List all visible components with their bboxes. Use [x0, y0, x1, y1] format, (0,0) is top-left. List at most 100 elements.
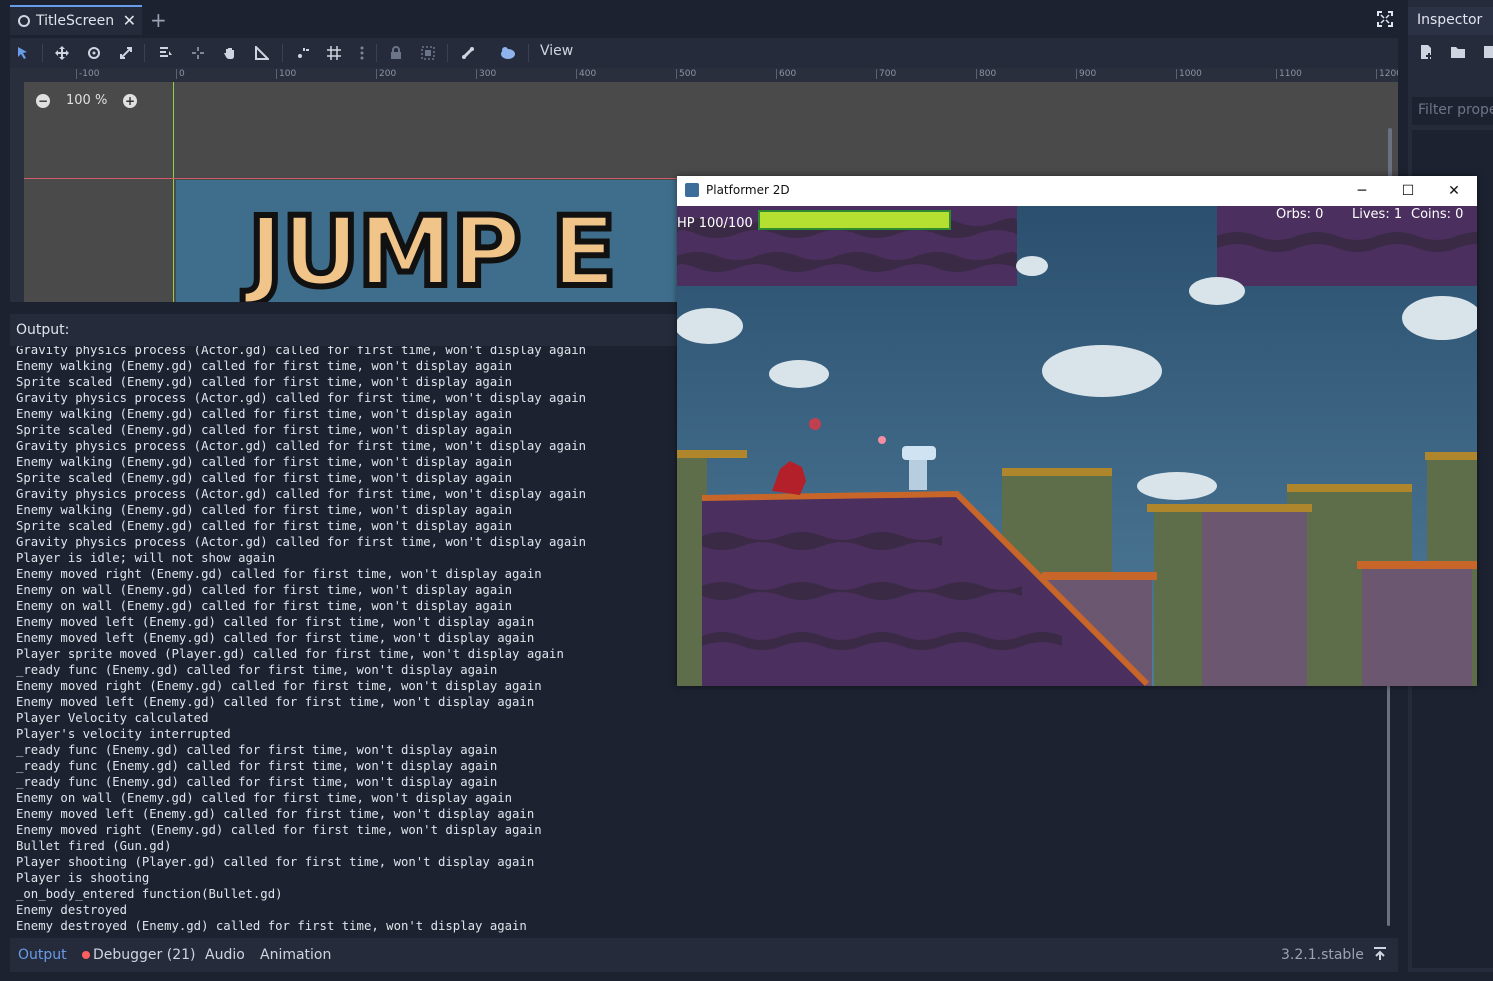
filter-properties-input[interactable]: Filter prope	[1412, 97, 1493, 125]
scene-tab-titlescreen[interactable]: TitleScreen ✕	[10, 5, 142, 35]
orbs-counter: Orbs: 0	[1276, 207, 1324, 222]
log-line: Player is idle; will not show again	[16, 551, 276, 565]
ruler-tick-label: 1100	[1276, 69, 1302, 79]
godot-app-icon	[685, 183, 699, 197]
snap-options-icon[interactable]	[351, 42, 373, 64]
log-line: Sprite scaled (Enemy.gd) called for firs…	[16, 423, 513, 437]
ruler-tool-icon[interactable]	[251, 42, 273, 64]
version-label: 3.2.1.stable	[1281, 947, 1364, 963]
game-window-titlebar[interactable]: Platformer 2D ─ ☐ ✕	[677, 176, 1477, 206]
list-select-icon[interactable]	[155, 42, 177, 64]
game-window[interactable]: Platformer 2D ─ ☐ ✕ HP 100/100 Orbs: 0 L…	[677, 176, 1477, 686]
ruler-tick-label: 1000	[1176, 69, 1202, 79]
lives-counter: Lives: 1	[1352, 207, 1403, 222]
log-line: Gravity physics process (Actor.gd) calle…	[16, 346, 587, 357]
output-title: Output:	[16, 322, 70, 338]
log-line: _ready func (Enemy.gd) called for first …	[16, 743, 498, 757]
select-tool-icon[interactable]	[12, 42, 34, 64]
pivot-tool-icon[interactable]	[187, 42, 209, 64]
close-tab-icon[interactable]: ✕	[123, 11, 136, 30]
toolbar-divider	[376, 44, 377, 62]
tab-debugger-label: Debugger (21)	[93, 947, 196, 963]
zoom-in-button[interactable]: +	[123, 94, 137, 108]
group-icon[interactable]	[417, 42, 439, 64]
log-line: Gravity physics process (Actor.gd) calle…	[16, 487, 587, 501]
log-line: _ready func (Enemy.gd) called for first …	[16, 759, 498, 773]
log-line: Gravity physics process (Actor.gd) calle…	[16, 439, 587, 453]
ruler-tick-label: 600	[776, 69, 796, 79]
log-line: _ready func (Enemy.gd) called for first …	[16, 775, 498, 789]
log-line: Enemy moved left (Enemy.gd) called for f…	[16, 807, 535, 821]
hp-bar-fill	[760, 212, 949, 228]
zoom-level[interactable]: 100 %	[66, 93, 107, 108]
log-line: Enemy walking (Enemy.gd) called for firs…	[16, 503, 513, 517]
log-line: Enemy walking (Enemy.gd) called for firs…	[16, 359, 513, 373]
ruler-tick-label: 700	[876, 69, 896, 79]
log-line: Player is shooting	[16, 871, 150, 885]
log-line: Enemy on wall (Enemy.gd) called for firs…	[16, 791, 513, 805]
ruler-tick-label: 100	[276, 69, 296, 79]
horizontal-ruler: -100 0 100 200 300 400 500 600 700 800 900 1000 1100…	[10, 68, 1398, 82]
add-scene-tab-button[interactable]: +	[150, 8, 167, 32]
game-window-title: Platformer 2D	[706, 183, 790, 197]
canvas-title-text: JUMP E	[245, 196, 620, 302]
bottom-panel-tabs: Output Debugger (21) Audio Animation 3.2…	[10, 938, 1398, 972]
scene-tab-label: TitleScreen	[36, 13, 115, 29]
log-line: Enemy moved right (Enemy.gd) called for …	[16, 679, 542, 693]
log-line: Enemy walking (Enemy.gd) called for firs…	[16, 407, 513, 421]
log-line: Enemy on wall (Enemy.gd) called for firs…	[16, 583, 513, 597]
open-folder-icon[interactable]	[1450, 44, 1466, 60]
minimize-button[interactable]: ─	[1350, 180, 1374, 202]
close-window-button[interactable]: ✕	[1442, 180, 1466, 202]
toolbar-divider	[282, 44, 283, 62]
log-line: Enemy moved left (Enemy.gd) called for f…	[16, 631, 535, 645]
new-resource-icon[interactable]	[1418, 44, 1434, 60]
log-line: Enemy moved right (Enemy.gd) called for …	[16, 823, 542, 837]
log-line: _on_body_entered function(Bullet.gd)	[16, 887, 283, 901]
override-camera-icon[interactable]	[497, 42, 519, 64]
scene-tab-bar: TitleScreen ✕ +	[0, 0, 1400, 38]
y-axis-guide	[173, 82, 174, 302]
game-canvas[interactable]: HP 100/100 Orbs: 0 Lives: 1 Coins: 0	[677, 206, 1477, 686]
view-menu[interactable]: View	[540, 43, 573, 59]
tab-output[interactable]: Output	[18, 947, 67, 963]
log-line: Gravity physics process (Actor.gd) calle…	[16, 535, 587, 549]
zoom-out-button[interactable]: −	[36, 94, 50, 108]
log-line: Enemy walking (Enemy.gd) called for firs…	[16, 455, 513, 469]
scale-tool-icon[interactable]	[115, 42, 137, 64]
game-scene-art	[677, 206, 1477, 686]
log-line: _ready func (Enemy.gd) called for first …	[16, 663, 498, 677]
tab-animation[interactable]: Animation	[260, 947, 331, 963]
toolbar-divider	[447, 44, 448, 62]
ruler-tick-label: 500	[676, 69, 696, 79]
vertical-ruler	[10, 82, 24, 302]
scene-circle-icon	[18, 15, 30, 27]
skeleton-bone-icon[interactable]	[457, 42, 479, 64]
toolbar-divider	[528, 44, 529, 62]
smart-snap-icon[interactable]	[292, 42, 314, 64]
log-line: Gravity physics process (Actor.gd) calle…	[16, 391, 587, 405]
ruler-tick-label: 900	[1076, 69, 1096, 79]
log-lines: Gravity physics process (Actor.gd) calle…	[16, 346, 586, 934]
grid-snap-icon[interactable]	[323, 42, 345, 64]
expand-panel-icon[interactable]	[1372, 946, 1388, 962]
tab-debugger[interactable]: Debugger (21)	[82, 947, 195, 963]
hp-bar	[758, 210, 951, 230]
log-line: Enemy moved left (Enemy.gd) called for f…	[16, 695, 535, 709]
maximize-button[interactable]: ☐	[1396, 180, 1420, 202]
coins-counter: Coins: 0	[1411, 207, 1464, 222]
tab-audio[interactable]: Audio	[205, 947, 245, 963]
distraction-free-icon[interactable]	[1376, 10, 1394, 28]
log-line: Enemy destroyed (Enemy.gd) called for fi…	[16, 919, 527, 933]
save-icon[interactable]	[1482, 44, 1493, 60]
ruler-tick-label: 0	[176, 69, 185, 79]
move-tool-icon[interactable]	[51, 42, 73, 64]
rotate-tool-icon[interactable]	[83, 42, 105, 64]
log-line: Enemy on wall (Enemy.gd) called for firs…	[16, 599, 513, 613]
ruler-tick-label: 200	[376, 69, 396, 79]
hp-label: HP 100/100	[677, 216, 753, 231]
tab-inspector[interactable]: Inspector	[1408, 7, 1493, 35]
log-line: Bullet fired (Gun.gd)	[16, 839, 172, 853]
pan-hand-icon[interactable]	[219, 42, 241, 64]
lock-icon[interactable]	[385, 42, 407, 64]
